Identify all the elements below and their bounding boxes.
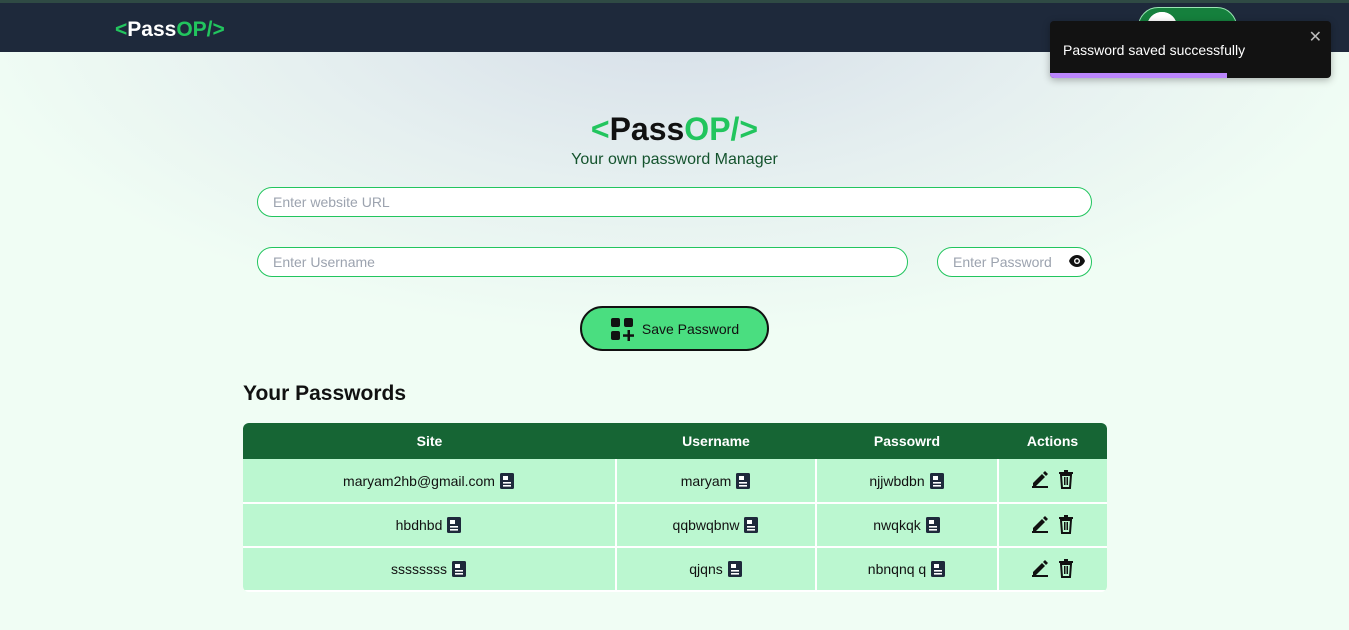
- page-subtitle: Your own password Manager: [571, 151, 778, 168]
- password-value: nwqkqk: [873, 517, 921, 533]
- copy-icon[interactable]: [499, 472, 515, 490]
- logo-pass: Pass: [127, 18, 177, 41]
- title-pass: Pass: [609, 111, 685, 147]
- site-cell: ssssssss: [243, 547, 617, 592]
- logo-bracket: <: [115, 18, 128, 41]
- save-password-button[interactable]: Save Password: [580, 306, 769, 351]
- password-value: nbnqnq q: [867, 561, 927, 577]
- delete-icon[interactable]: [1056, 558, 1076, 581]
- column-header-actions: Actions: [998, 423, 1107, 459]
- nav-logo[interactable]: <PassOP/>: [115, 18, 225, 42]
- table-row: hbdhbd qqbwqbnw nwqkqk: [243, 503, 1107, 548]
- password-cell: nwqkqk: [816, 503, 999, 548]
- password-value: njjwbdbn: [869, 472, 925, 489]
- passwords-table: Site Username Passowrd Actions maryam2hb…: [243, 423, 1107, 592]
- site-cell: maryam2hb@gmail.com: [243, 459, 617, 504]
- site-value: hbdhbd: [395, 517, 443, 533]
- edit-icon[interactable]: [1030, 469, 1050, 492]
- actions-cell: [998, 503, 1107, 548]
- copy-icon[interactable]: [446, 516, 462, 534]
- toast-progress-bar: [1050, 73, 1228, 78]
- logo-op: OP/>: [176, 18, 225, 41]
- copy-icon[interactable]: [929, 472, 945, 490]
- site-cell: hbdhbd: [243, 503, 617, 548]
- copy-icon[interactable]: [727, 560, 743, 578]
- username-value: qjqns: [689, 561, 723, 577]
- column-header-username: Username: [616, 423, 816, 459]
- username-input[interactable]: [257, 247, 908, 277]
- actions-cell: [998, 459, 1107, 504]
- username-cell: qqbwqbnw: [616, 503, 817, 548]
- delete-icon[interactable]: [1056, 469, 1076, 492]
- copy-icon[interactable]: [930, 560, 946, 578]
- username-value: maryam: [680, 472, 732, 489]
- copy-icon[interactable]: [743, 516, 759, 534]
- delete-icon[interactable]: [1056, 514, 1076, 537]
- username-cell: maryam: [616, 459, 817, 504]
- save-password-label: Save Password: [641, 320, 740, 337]
- copy-icon[interactable]: [735, 472, 751, 490]
- actions-cell: [998, 547, 1107, 592]
- password-cell: nbnqnq q: [816, 547, 999, 592]
- password-cell: njjwbdbn: [816, 459, 999, 504]
- site-value: maryam2hb@gmail.com: [343, 472, 495, 489]
- eye-icon[interactable]: [1068, 254, 1086, 268]
- edit-icon[interactable]: [1030, 514, 1050, 537]
- title-bracket: <: [590, 111, 610, 147]
- page-title: <PassOP/>: [0, 111, 1349, 148]
- close-icon[interactable]: ✕: [1309, 27, 1322, 47]
- edit-icon[interactable]: [1030, 558, 1050, 581]
- username-cell: qjqns: [616, 547, 817, 592]
- passwords-heading: Your Passwords: [243, 382, 406, 405]
- title-op: OP/>: [684, 111, 759, 147]
- copy-icon[interactable]: [451, 560, 467, 578]
- toast-message: Password saved successfully: [1063, 42, 1246, 58]
- copy-icon[interactable]: [925, 516, 941, 534]
- table-header-row: Site Username Passowrd Actions: [243, 423, 1107, 459]
- website-url-input[interactable]: [257, 187, 1092, 217]
- site-value: ssssssss: [391, 561, 447, 577]
- table-row: ssssssss qjqns nbnqnq q: [243, 547, 1107, 592]
- column-header-site: Site: [243, 423, 616, 459]
- username-value: qqbwqbnw: [672, 517, 740, 533]
- column-header-password: Passowrd: [816, 423, 998, 459]
- toast-notification: Password saved successfully ✕: [1050, 21, 1331, 78]
- table-row: maryam2hb@gmail.com maryam njjwbdbn: [243, 459, 1107, 504]
- add-icon: [610, 317, 634, 341]
